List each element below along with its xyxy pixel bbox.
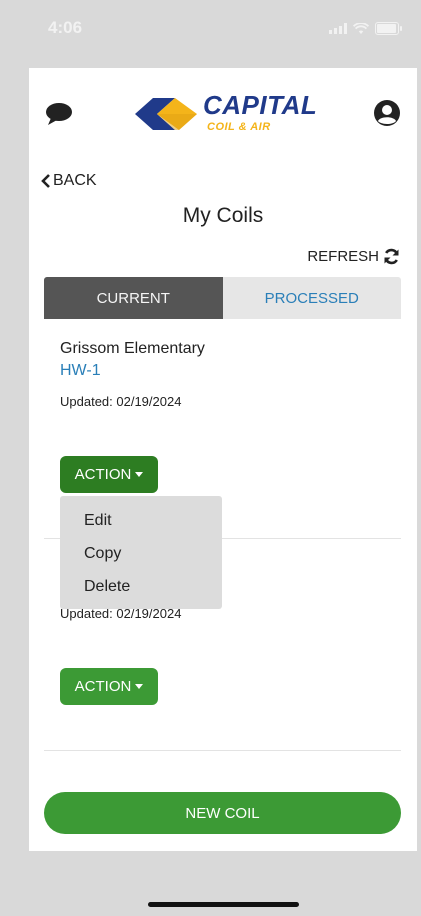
status-icons	[329, 22, 402, 35]
refresh-label: REFRESH	[307, 248, 379, 265]
refresh-button[interactable]: REFRESH	[307, 248, 400, 265]
caret-down-icon	[135, 472, 144, 477]
menu-item-edit[interactable]: Edit	[60, 504, 222, 537]
chevron-left-icon	[41, 174, 50, 188]
back-button[interactable]: BACK	[41, 172, 97, 190]
home-indicator	[148, 902, 299, 907]
wifi-icon	[353, 22, 369, 34]
tab-current[interactable]: CURRENT	[44, 277, 223, 319]
coil-item: Grissom Elementary HW-1 Updated: 02/19/2…	[60, 340, 205, 409]
signal-icon	[329, 23, 347, 34]
brand-logo: CAPITAL COIL & AIR	[135, 90, 318, 138]
chat-icon[interactable]	[45, 102, 73, 126]
menu-item-copy[interactable]: Copy	[60, 537, 222, 570]
battery-icon	[375, 22, 402, 35]
coil-code-link[interactable]: HW-1	[60, 362, 205, 380]
app-card: CAPITAL COIL & AIR BACK My Coils REFRESH…	[29, 68, 417, 851]
new-coil-button[interactable]: NEW COIL	[44, 792, 401, 834]
divider	[44, 750, 401, 751]
back-label: BACK	[53, 172, 97, 189]
logo-subtext: COIL & AIR	[207, 121, 271, 133]
action-dropdown-button[interactable]: ACTION	[60, 668, 158, 705]
caret-down-icon	[135, 684, 144, 689]
tab-processed[interactable]: PROCESSED	[222, 277, 401, 319]
page-title: My Coils	[182, 204, 264, 227]
status-time: 4:06	[48, 18, 83, 37]
tab-bar: CURRENT PROCESSED	[44, 277, 401, 319]
action-label: ACTION	[74, 678, 132, 695]
refresh-icon	[384, 248, 399, 265]
logo-text: CAPITAL	[203, 90, 318, 120]
action-dropdown-button[interactable]: ACTION	[60, 456, 158, 493]
logo-mark-icon	[135, 98, 197, 130]
action-dropdown-menu: Edit Copy Delete	[60, 496, 222, 609]
user-icon[interactable]	[373, 99, 401, 127]
action-label: ACTION	[74, 466, 132, 483]
coil-updated: Updated: 02/19/2024	[60, 394, 182, 409]
status-bar: 4:06	[0, 0, 421, 60]
coil-name: Grissom Elementary	[60, 340, 205, 357]
menu-item-delete[interactable]: Delete	[60, 570, 222, 603]
